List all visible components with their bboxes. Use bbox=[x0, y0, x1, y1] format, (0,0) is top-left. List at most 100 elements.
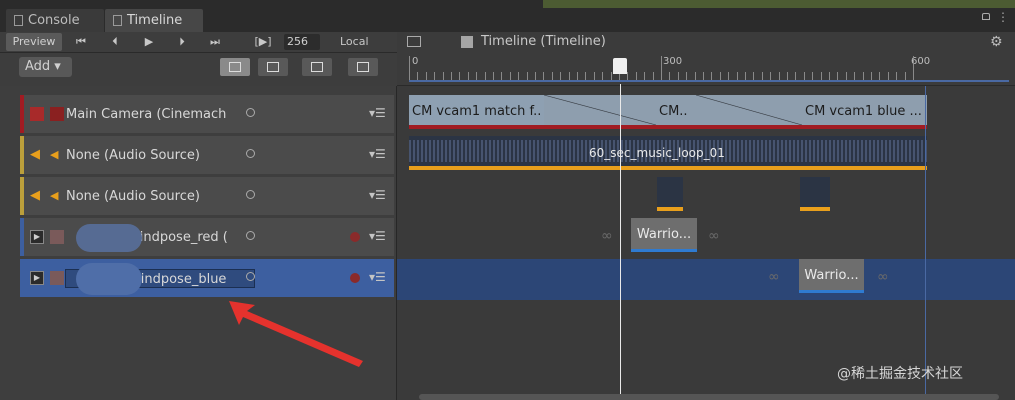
animator-icon bbox=[50, 271, 64, 285]
lane-audio-1: 60_sec_music_loop_01 bbox=[397, 136, 1015, 177]
target-icon[interactable] bbox=[246, 108, 255, 117]
expand-icon[interactable]: ▶ bbox=[30, 230, 44, 244]
target-icon[interactable] bbox=[246, 231, 255, 240]
tab-console[interactable]: Console bbox=[6, 9, 104, 32]
snap-button[interactable] bbox=[348, 58, 378, 76]
horizontal-scrollbar[interactable] bbox=[419, 394, 999, 400]
track-header-anim-red[interactable]: ▶ _bindpose_red ( ▾☰ bbox=[20, 218, 394, 256]
tab-timeline-label: Timeline bbox=[127, 13, 183, 28]
blur-mask bbox=[76, 224, 142, 252]
ripple-icon bbox=[267, 62, 279, 72]
ruler-tick bbox=[862, 72, 864, 80]
play-icon: ▶ bbox=[144, 35, 154, 48]
track-menu-icon[interactable]: ▾☰ bbox=[369, 146, 386, 162]
track-menu-icon[interactable]: ▾☰ bbox=[369, 187, 386, 203]
track-binding-field[interactable]: Main Camera (Cinemach bbox=[65, 105, 231, 124]
ruler-tick bbox=[476, 72, 478, 80]
clip-audio-b[interactable] bbox=[800, 177, 830, 211]
tab-timeline[interactable]: Timeline bbox=[105, 9, 203, 32]
replace-mode-button[interactable] bbox=[302, 58, 332, 76]
clip-audio-a[interactable] bbox=[657, 177, 683, 211]
ruler-tick bbox=[904, 72, 906, 80]
ruler-tick bbox=[677, 72, 679, 80]
ruler-tick bbox=[854, 72, 856, 80]
local-toggle[interactable]: Local bbox=[340, 33, 374, 51]
clip-anim-blue[interactable]: Warrio... bbox=[799, 259, 864, 293]
play-button[interactable]: ▶ bbox=[134, 33, 164, 51]
ruler-tick bbox=[753, 72, 755, 80]
track-binding-field[interactable]: None (Audio Source) bbox=[65, 187, 231, 206]
playhead-handle[interactable] bbox=[613, 58, 627, 74]
track-menu-icon[interactable]: ▾☰ bbox=[369, 228, 386, 244]
ruler-tick bbox=[551, 72, 553, 80]
view-options-icon[interactable] bbox=[407, 36, 421, 47]
ruler-tick bbox=[493, 72, 494, 80]
track-menu-icon[interactable]: ▾☰ bbox=[369, 269, 386, 285]
ruler-tick bbox=[803, 72, 805, 80]
next-frame-button[interactable]: ⏵ bbox=[167, 33, 197, 51]
ruler-tick bbox=[711, 72, 713, 80]
track-header-anim-blue[interactable]: ▶ _bindpose_blue ▾☰ bbox=[20, 259, 394, 297]
time-ruler[interactable]: 0 300 600 bbox=[397, 52, 1015, 86]
playhead-line bbox=[620, 84, 621, 400]
gear-icon[interactable]: ⚙ bbox=[990, 32, 1003, 52]
ruler-tick bbox=[845, 72, 847, 80]
goto-end-button[interactable]: ⏭ bbox=[200, 33, 230, 51]
ruler-tick bbox=[467, 72, 469, 80]
goto-start-button[interactable]: ⏮ bbox=[66, 33, 96, 51]
target-icon[interactable] bbox=[246, 190, 255, 199]
ruler-tick bbox=[635, 72, 637, 80]
expand-icon[interactable]: ▶ bbox=[30, 271, 44, 285]
tab-menu-icon[interactable]: ⋮ bbox=[997, 11, 1009, 23]
record-icon[interactable] bbox=[350, 232, 360, 242]
ruler-tick bbox=[509, 72, 511, 80]
clip-cam-3[interactable]: CM vcam1 blue ... bbox=[802, 95, 927, 129]
ruler-tick bbox=[761, 72, 763, 80]
track-header-camera[interactable]: Main Camera (Cinemach ▾☰ bbox=[20, 95, 394, 133]
timeline-icon bbox=[113, 15, 122, 26]
target-icon[interactable] bbox=[246, 149, 255, 158]
ruler-tick bbox=[451, 72, 452, 80]
infinity-icon: ∞ bbox=[768, 269, 780, 285]
clip-anim-red[interactable]: Warrio... bbox=[631, 218, 697, 252]
track-menu-icon[interactable]: ▾☰ bbox=[369, 105, 386, 121]
target-icon[interactable] bbox=[246, 272, 255, 281]
frame-field[interactable]: 256 bbox=[284, 34, 320, 50]
ruler-tick bbox=[913, 56, 914, 80]
audio-source-icon: ◀ bbox=[50, 148, 59, 161]
timeline-header: Timeline (Timeline) ⚙ bbox=[397, 32, 1015, 53]
lane-audio-2 bbox=[397, 177, 1015, 218]
ripple-mode-button[interactable] bbox=[258, 58, 288, 76]
ruler-tick bbox=[820, 72, 822, 80]
add-track-button[interactable]: Add ▾ bbox=[19, 57, 72, 77]
clip-cam-1[interactable]: CM vcam1 match f.. bbox=[409, 95, 544, 129]
record-icon[interactable] bbox=[350, 273, 360, 283]
ruler-label-300: 300 bbox=[663, 56, 683, 67]
lock-icon[interactable] bbox=[982, 13, 990, 20]
ruler-tick bbox=[652, 72, 654, 80]
ruler-tick bbox=[661, 56, 662, 80]
ruler-tick bbox=[719, 72, 721, 80]
track-binding-field[interactable]: None (Audio Source) bbox=[65, 146, 231, 165]
ruler-tick bbox=[425, 72, 427, 80]
clip-cam-2[interactable]: CM.. bbox=[656, 95, 696, 129]
clip-music[interactable]: 60_sec_music_loop_01 bbox=[409, 136, 927, 170]
ruler-tick bbox=[459, 72, 461, 80]
ruler-tick bbox=[770, 72, 772, 80]
preview-button[interactable]: Preview bbox=[6, 33, 62, 51]
ruler-tick bbox=[409, 56, 410, 80]
previous-frame-button[interactable]: ⏴ bbox=[100, 33, 130, 51]
ruler-tick bbox=[686, 72, 688, 80]
next-frame-icon: ⏵ bbox=[179, 35, 185, 48]
audio-source-icon: ◀ bbox=[50, 189, 59, 202]
ruler-tick bbox=[795, 72, 797, 80]
timeline-clip-area[interactable]: CM vcam1 match f.. CM.. CM vcam1 blue ..… bbox=[397, 84, 1015, 400]
track-toolbar: Add ▾ bbox=[0, 53, 397, 86]
track-header-audio-1[interactable]: ◀ ◀ None (Audio Source) ▾☰ bbox=[20, 136, 394, 174]
ruler-tick bbox=[669, 72, 671, 80]
play-range-button[interactable]: [▶] bbox=[248, 33, 278, 51]
lane-anim-blue: ∞ Warrio... ∞ bbox=[397, 259, 1015, 300]
mix-mode-button[interactable] bbox=[220, 58, 250, 76]
track-header-audio-2[interactable]: ◀ ◀ None (Audio Source) ▾☰ bbox=[20, 177, 394, 215]
watermark: @稀土掘金技术社区 bbox=[837, 366, 963, 382]
